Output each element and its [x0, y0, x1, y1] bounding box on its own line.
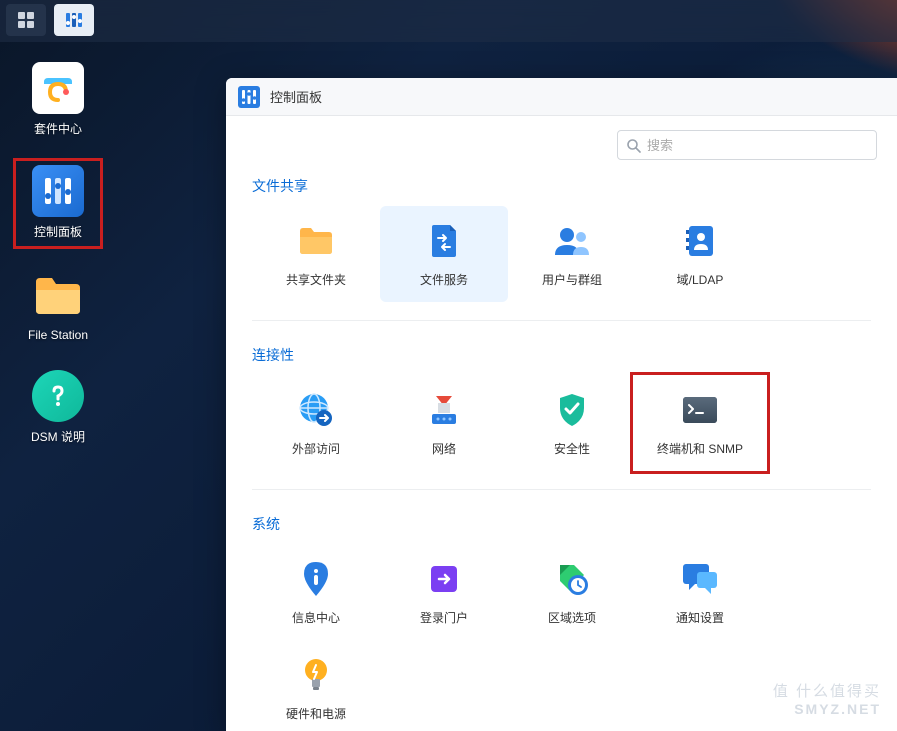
cp-item-label: 硬件和电源 — [286, 705, 346, 722]
control-panel-window: 控制面板 文件共享 共享文件夹 文件服务 用户与群组 域/LDAP — [226, 78, 897, 731]
cp-item-hardware-power[interactable]: 硬件和电源 — [252, 640, 380, 731]
desktop-icon-label: DSM 说明 — [31, 428, 85, 445]
users-icon — [553, 225, 591, 257]
desktop-icon-package-center[interactable]: 套件中心 — [18, 62, 98, 137]
bulb-icon — [303, 657, 329, 693]
window-title: 控制面板 — [270, 87, 322, 106]
watermark: 值 什么值得买 SMYZ.NET — [773, 680, 881, 717]
cp-item-label: 安全性 — [554, 440, 590, 457]
cp-item-label: 用户与群组 — [542, 271, 602, 288]
cp-item-label: 域/LDAP — [677, 271, 724, 288]
cp-item-domain-ldap[interactable]: 域/LDAP — [636, 206, 764, 302]
package-center-icon — [38, 68, 78, 108]
cp-item-users-groups[interactable]: 用户与群组 — [508, 206, 636, 302]
section-title: 连接性 — [252, 345, 871, 365]
desktop-icon-label: 套件中心 — [34, 120, 82, 137]
taskbar — [0, 0, 897, 42]
desktop-icon-control-panel[interactable]: 控制面板 — [13, 158, 103, 249]
cp-item-label: 网络 — [432, 440, 456, 457]
main-menu-button[interactable] — [6, 4, 46, 36]
section-title: 系统 — [252, 514, 871, 534]
question-icon — [44, 382, 72, 410]
address-book-icon — [685, 224, 715, 258]
control-panel-icon — [39, 172, 77, 210]
globe-icon — [298, 392, 334, 428]
window-titlebar[interactable]: 控制面板 — [226, 78, 897, 116]
section-title: 文件共享 — [252, 176, 871, 196]
cp-item-label: 信息中心 — [292, 609, 340, 626]
login-icon — [427, 562, 461, 596]
search-icon — [626, 138, 641, 153]
cp-item-label: 终端机和 SNMP — [657, 440, 743, 457]
cp-item-label: 共享文件夹 — [286, 271, 346, 288]
search-box[interactable] — [617, 130, 877, 160]
cp-item-file-services[interactable]: 文件服务 — [380, 206, 508, 302]
file-transfer-icon — [428, 223, 460, 259]
section-connectivity: 连接性 外部访问 网络 安全性 终端机和 SNMP — [226, 339, 897, 508]
globe-clock-icon — [554, 561, 590, 597]
desktop-icon-dsm-help[interactable]: DSM 说明 — [18, 370, 98, 445]
cp-item-label: 文件服务 — [420, 271, 468, 288]
cp-item-login-portal[interactable]: 登录门户 — [380, 544, 508, 640]
desktop-icon-file-station[interactable]: File Station — [18, 270, 98, 342]
search-input[interactable] — [647, 138, 868, 153]
chat-icon — [681, 562, 719, 596]
cp-item-label: 外部访问 — [292, 440, 340, 457]
map-pin-icon — [302, 560, 330, 598]
watermark-cn: 值 什么值得买 — [773, 680, 881, 701]
cp-item-shared-folder[interactable]: 共享文件夹 — [252, 206, 380, 302]
cp-item-label: 区域选项 — [548, 609, 596, 626]
section-file-sharing: 文件共享 共享文件夹 文件服务 用户与群组 域/LDAP — [226, 170, 897, 339]
watermark-en: SMYZ.NET — [773, 701, 881, 717]
folder-icon — [298, 226, 334, 256]
terminal-icon — [681, 395, 719, 425]
shield-icon — [556, 392, 588, 428]
equalizer-icon — [238, 86, 260, 108]
taskbar-control-panel[interactable] — [54, 4, 94, 36]
cp-item-info-center[interactable]: 信息中心 — [252, 544, 380, 640]
cp-item-notifications[interactable]: 通知设置 — [636, 544, 764, 640]
search-row — [226, 116, 897, 170]
cp-item-label: 登录门户 — [420, 609, 468, 626]
apps-grid-icon — [17, 11, 35, 29]
router-icon — [426, 392, 462, 428]
folder-icon — [32, 274, 84, 318]
equalizer-icon — [64, 10, 84, 30]
desktop-icon-label: 控制面板 — [34, 223, 82, 240]
cp-item-label: 通知设置 — [676, 609, 724, 626]
cp-item-external-access[interactable]: 外部访问 — [252, 375, 380, 471]
cp-item-regional[interactable]: 区域选项 — [508, 544, 636, 640]
cp-item-network[interactable]: 网络 — [380, 375, 508, 471]
cp-item-terminal-snmp[interactable]: 终端机和 SNMP — [636, 375, 764, 471]
desktop-icon-label: File Station — [28, 328, 88, 342]
cp-item-security[interactable]: 安全性 — [508, 375, 636, 471]
desktop-icons: 套件中心 控制面板 File Station DSM 说明 — [18, 62, 98, 473]
